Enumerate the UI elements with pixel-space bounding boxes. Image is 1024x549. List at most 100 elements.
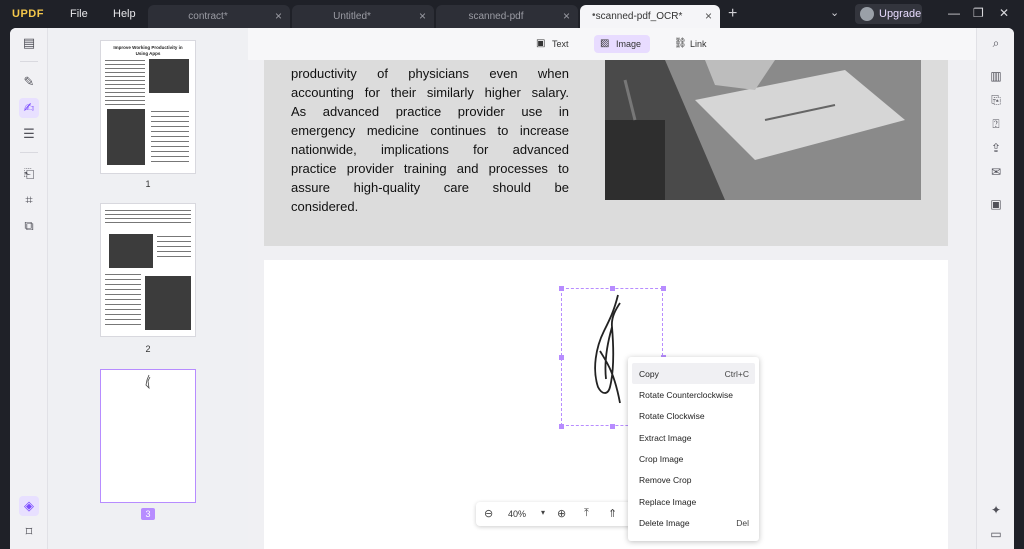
signature-image: [594, 294, 621, 404]
layers-icon[interactable]: ◈: [19, 496, 39, 516]
save-icon[interactable]: ▣: [986, 194, 1006, 214]
menu-item-label: Replace Image: [639, 497, 697, 507]
first-page-icon[interactable]: ⤒: [584, 507, 589, 520]
form-icon[interactable]: ☰: [19, 124, 39, 144]
previous-page-icon[interactable]: ⇑: [608, 507, 617, 520]
menu-item-label: Copy: [639, 369, 659, 379]
image-mode-button[interactable]: ▨ Image: [594, 35, 650, 53]
text-line: [151, 111, 189, 112]
text-line: [105, 84, 145, 85]
resize-handle[interactable]: [559, 355, 564, 360]
mode-label: Image: [616, 39, 642, 49]
mode-label: Text: [552, 39, 569, 49]
menu-file[interactable]: File: [70, 8, 88, 20]
text-line: [151, 146, 189, 147]
ocr-icon[interactable]: ▥: [986, 66, 1006, 86]
text-line: [157, 251, 191, 252]
text-line: [105, 314, 141, 315]
menu-item-delete-image[interactable]: Delete Image Del: [632, 512, 755, 533]
zoom-dropdown-icon[interactable]: ▾: [541, 508, 545, 517]
minimize-icon[interactable]: —: [948, 6, 960, 20]
close-icon[interactable]: ×: [419, 9, 426, 23]
tab-scanned-pdf-ocr[interactable]: • scanned-pdf_OCR* ×: [580, 5, 720, 28]
text-line: [105, 68, 145, 69]
crop-pages-icon[interactable]: ⌗: [19, 190, 39, 210]
search-icon[interactable]: ⌕: [986, 33, 1006, 53]
text-line: nationwide, implications for advanced: [291, 142, 569, 157]
text-line: [105, 309, 141, 310]
chevron-down-icon[interactable]: ⌄: [830, 6, 839, 19]
menu-item-label: Extract Image: [639, 433, 692, 443]
text-line: [105, 64, 145, 65]
page-photo[interactable]: [605, 60, 921, 200]
page-number-3: 3: [101, 508, 195, 520]
new-tab-plus-icon[interactable]: +: [728, 5, 737, 23]
upgrade-button[interactable]: Upgrade: [855, 4, 922, 24]
text-mode-button[interactable]: ▣ Text: [530, 35, 572, 53]
menu-item-rotate-counterclockwise[interactable]: Rotate Counterclockwise: [632, 384, 755, 405]
protect-icon[interactable]: ⍰: [986, 114, 1006, 134]
menu-item-crop-image[interactable]: Crop Image: [632, 448, 755, 469]
resize-handle[interactable]: [559, 424, 564, 429]
text-line: [105, 319, 141, 320]
resize-handle[interactable]: [610, 424, 615, 429]
thumbnail-photo: [107, 109, 145, 165]
zoom-out-icon[interactable]: ⊖: [484, 507, 493, 520]
resize-handle[interactable]: [559, 286, 564, 291]
zoom-in-icon[interactable]: ⊕: [557, 507, 566, 520]
text-mode-icon: ▣: [536, 38, 546, 49]
organize-pages-icon[interactable]: ⎗: [19, 164, 39, 184]
menu-item-copy[interactable]: Copy Ctrl+C: [632, 363, 755, 384]
convert-icon[interactable]: ⎘: [986, 90, 1006, 110]
page-tools-icon[interactable]: ⧉: [19, 216, 39, 236]
email-icon[interactable]: ✉: [986, 162, 1006, 182]
menu-item-replace-image[interactable]: Replace Image: [632, 491, 755, 512]
context-menu: Copy Ctrl+C Rotate Counterclockwise Rota…: [628, 357, 759, 541]
resize-handle[interactable]: [661, 286, 666, 291]
tab-scanned-pdf[interactable]: scanned-pdf ×: [436, 5, 578, 28]
text-line: [151, 156, 189, 157]
menu-item-shortcut: Del: [736, 518, 749, 528]
text-line: [105, 289, 141, 290]
tab-contract[interactable]: contract* ×: [148, 5, 290, 28]
text-line: [105, 222, 191, 223]
resize-handle[interactable]: [610, 286, 615, 291]
text-line: [105, 92, 145, 93]
updf-logo[interactable]: UPDF: [12, 8, 44, 20]
link-mode-button[interactable]: ⛓ Link: [668, 35, 710, 53]
text-line: [151, 141, 189, 142]
ai-assistant-icon[interactable]: ✦: [986, 500, 1006, 520]
text-line: [151, 121, 189, 122]
text-line: [105, 218, 191, 219]
page-thumbnail-2[interactable]: [101, 204, 195, 336]
text-line: [105, 294, 141, 295]
close-icon[interactable]: ×: [705, 9, 712, 23]
page-paragraph[interactable]: productivity of physicians even when acc…: [291, 64, 569, 216]
pdf-page-2: productivity of physicians even when acc…: [264, 60, 948, 246]
restore-icon[interactable]: ❐: [973, 6, 984, 20]
close-icon[interactable]: ×: [275, 9, 282, 23]
left-toolbar: ▤ ✎ ✍ ☰ ⎗ ⌗ ⧉ ◈ ⌑: [10, 28, 48, 549]
tab-label: contract*: [188, 11, 228, 22]
chat-icon[interactable]: ▭: [986, 524, 1006, 544]
share-icon[interactable]: ⇪: [986, 138, 1006, 158]
divider: [20, 152, 38, 153]
menu-item-label: Rotate Clockwise: [639, 411, 705, 421]
bookmark-icon[interactable]: ⌑: [19, 522, 39, 542]
menu-help[interactable]: Help: [113, 8, 136, 20]
zoom-level[interactable]: 40%: [508, 509, 526, 519]
tab-untitled[interactable]: Untitled* ×: [292, 5, 434, 28]
menu-item-rotate-clockwise[interactable]: Rotate Clockwise: [632, 405, 755, 426]
text-line: [105, 279, 141, 280]
reader-icon[interactable]: ▤: [19, 33, 39, 53]
close-window-icon[interactable]: ✕: [999, 6, 1009, 20]
edit-pdf-icon[interactable]: ✍: [19, 98, 39, 118]
text-line: productivity of physicians even when: [291, 66, 569, 81]
close-icon[interactable]: ×: [563, 9, 570, 23]
page-thumbnail-1[interactable]: Improve Working Productivity in Using Ap…: [101, 41, 195, 173]
menu-item-remove-crop[interactable]: Remove Crop: [632, 469, 755, 490]
page-thumbnail-3[interactable]: [101, 370, 195, 502]
text-line: [151, 136, 189, 137]
menu-item-extract-image[interactable]: Extract Image: [632, 427, 755, 448]
comment-icon[interactable]: ✎: [19, 72, 39, 92]
